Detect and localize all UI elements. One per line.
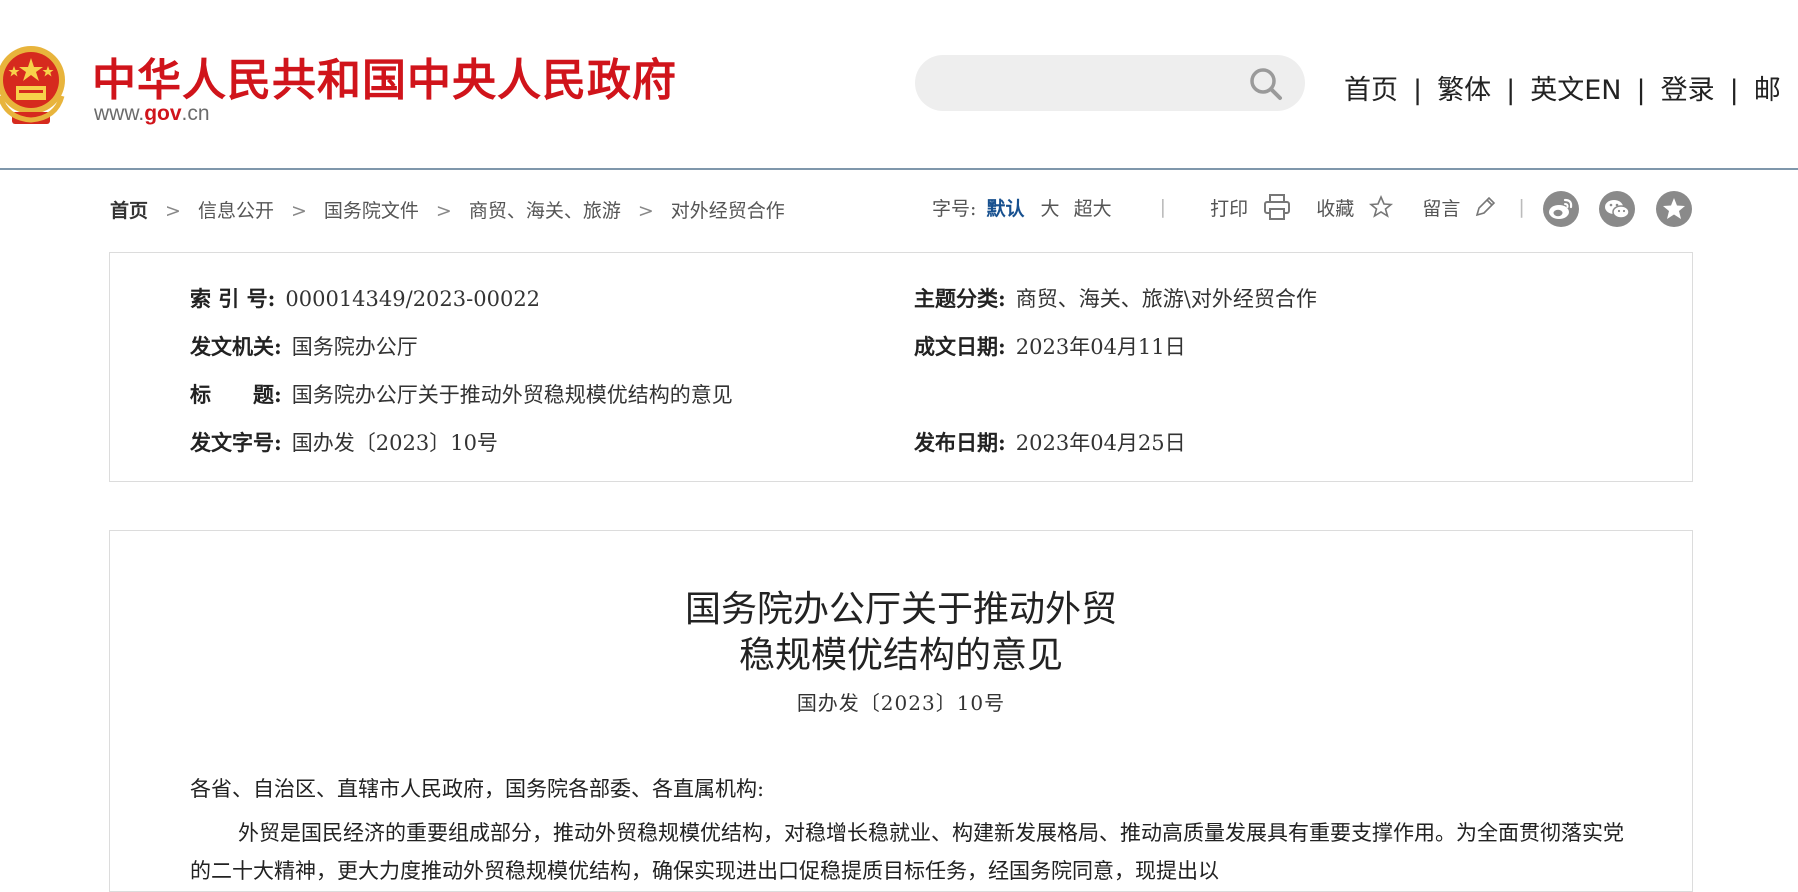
toolbar-divider: | <box>1518 196 1525 218</box>
chevron-right-icon: > <box>165 200 181 222</box>
font-size-large[interactable]: 大 <box>1041 194 1060 221</box>
search-box <box>915 55 1305 111</box>
meta-docno-row: 发文字号: 国办发〔2023〕10号 <box>190 427 498 457</box>
meta-docno-value: 国办发〔2023〕10号 <box>291 431 498 455</box>
site-header: 中华人民共和国中央人民政府 www.gov.cn 首页 | 繁体 | 英文EN | 登录 | 邮 <box>0 0 1798 170</box>
font-size-xlarge[interactable]: 超大 <box>1074 194 1112 221</box>
print-label[interactable]: 打印 <box>1210 194 1248 221</box>
font-size-label: 字号: <box>932 197 977 220</box>
meta-title-row: 标 题: 国务院办公厅关于推动外贸稳规模优结构的意见 <box>190 379 733 409</box>
site-url-suffix: .cn <box>181 102 210 125</box>
nav-english[interactable]: 英文EN <box>1530 68 1621 107</box>
article-title-line2: 稳规模优结构的意见 <box>738 635 1063 676</box>
meta-index-value: 000014349/2023-00022 <box>285 287 541 311</box>
star-icon[interactable] <box>1368 194 1394 220</box>
breadcrumb-foreign-trade[interactable]: 对外经贸合作 <box>671 196 785 223</box>
chevron-right-icon: > <box>637 200 654 222</box>
meta-index-row: 索 引 号: 000014349/2023-00022 <box>190 283 540 313</box>
site-title[interactable]: 中华人民共和国中央人民政府 <box>92 44 677 108</box>
site-url: www.gov.cn <box>94 102 210 126</box>
nav-login[interactable]: 登录 <box>1661 68 1715 107</box>
toolbar-divider: | <box>1159 196 1167 218</box>
meta-index-label: 索 引 号: <box>190 286 276 311</box>
site-url-gov: gov <box>144 102 182 125</box>
search-icon[interactable] <box>1248 66 1284 102</box>
article-toolbar: 字号: 默认 大 超大 | 打印 收藏 留言 | <box>932 192 1545 226</box>
nav-traditional[interactable]: 繁体 <box>1437 68 1491 107</box>
breadcrumb-state-council-docs[interactable]: 国务院文件 <box>324 196 419 223</box>
meta-issuer-label: 发文机关: <box>190 334 282 359</box>
nav-mail[interactable]: 邮 <box>1754 68 1781 107</box>
breadcrumb-home[interactable]: 首页 <box>110 196 148 223</box>
font-size-default[interactable]: 默认 <box>986 194 1024 221</box>
meta-issuer-row: 发文机关: 国务院办公厅 <box>190 331 418 361</box>
wechat-icon <box>1605 200 1630 219</box>
breadcrumb: 首页 > 信息公开 > 国务院文件 > 商贸、海关、旅游 > 对外经贸合作 <box>110 196 785 223</box>
search-input[interactable] <box>937 63 1241 105</box>
meta-written-date-value: 2023年04月11日 <box>1015 335 1186 359</box>
pencil-icon[interactable] <box>1472 194 1498 220</box>
meta-issuer-value: 国务院办公厅 <box>291 335 418 359</box>
wechat-share-button[interactable] <box>1599 191 1635 227</box>
meta-written-date-label: 成文日期: <box>914 334 1006 359</box>
meta-written-date-row: 成文日期: 2023年04月11日 <box>914 331 1186 361</box>
article-doc-number: 国办发〔2023〕10号 <box>796 691 1006 715</box>
site-url-prefix: www. <box>94 102 145 125</box>
chevron-right-icon: > <box>290 200 307 222</box>
nav-separator: | <box>1506 75 1516 106</box>
meta-published-date-value: 2023年04月25日 <box>1015 431 1186 455</box>
meta-published-date-row: 发布日期: 2023年04月25日 <box>914 427 1186 457</box>
breadcrumb-info-disclosure[interactable]: 信息公开 <box>198 196 274 223</box>
nav-separator: | <box>1729 75 1739 106</box>
article-body: 国务院办公厅关于推动外贸 稳规模优结构的意见 国办发〔2023〕10号 各省、自… <box>109 530 1693 892</box>
meta-topic-label: 主题分类: <box>914 286 1006 311</box>
meta-topic-row: 主题分类: 商贸、海关、旅游\对外经贸合作 <box>914 283 1317 313</box>
meta-topic-value: 商贸、海关、旅游\对外经贸合作 <box>1015 287 1317 311</box>
article-salutation: 各省、自治区、直辖市人民政府，国务院各部委、各直属机构: <box>190 777 765 801</box>
weibo-share-button[interactable] <box>1543 191 1579 227</box>
breadcrumb-commerce[interactable]: 商贸、海关、旅游 <box>469 196 621 223</box>
meta-title-label: 标 题: <box>190 382 282 407</box>
national-emblem-icon[interactable] <box>0 44 70 126</box>
article-title: 国务院办公厅关于推动外贸 稳规模优结构的意见 <box>110 587 1692 679</box>
printer-icon[interactable] <box>1262 192 1292 222</box>
star-badge-icon <box>1663 198 1685 219</box>
weibo-icon <box>1549 198 1573 219</box>
nav-separator: | <box>1413 75 1423 106</box>
meta-title-value: 国务院办公厅关于推动外贸稳规模优结构的意见 <box>291 383 733 407</box>
comment-label[interactable]: 留言 <box>1422 194 1460 221</box>
top-nav: 首页 | 繁体 | 英文EN | 登录 | 邮 <box>1344 68 1781 107</box>
favorite-label[interactable]: 收藏 <box>1316 194 1354 221</box>
meta-docno-label: 发文字号: <box>190 430 282 455</box>
nav-separator: | <box>1636 75 1646 106</box>
article-paragraph: 外贸是国民经济的重要组成部分，推动外贸稳规模优结构，对稳增长稳就业、构建新发展格… <box>190 821 1624 883</box>
chevron-right-icon: > <box>435 200 452 222</box>
nav-home[interactable]: 首页 <box>1344 68 1398 107</box>
article-title-line1: 国务院办公厅关于推动外贸 <box>684 589 1117 630</box>
meta-published-date-label: 发布日期: <box>914 430 1006 455</box>
document-metadata-table: 索 引 号: 000014349/2023-00022 主题分类: 商贸、海关、旅游… <box>109 252 1693 482</box>
favorite-share-button[interactable] <box>1656 191 1692 227</box>
